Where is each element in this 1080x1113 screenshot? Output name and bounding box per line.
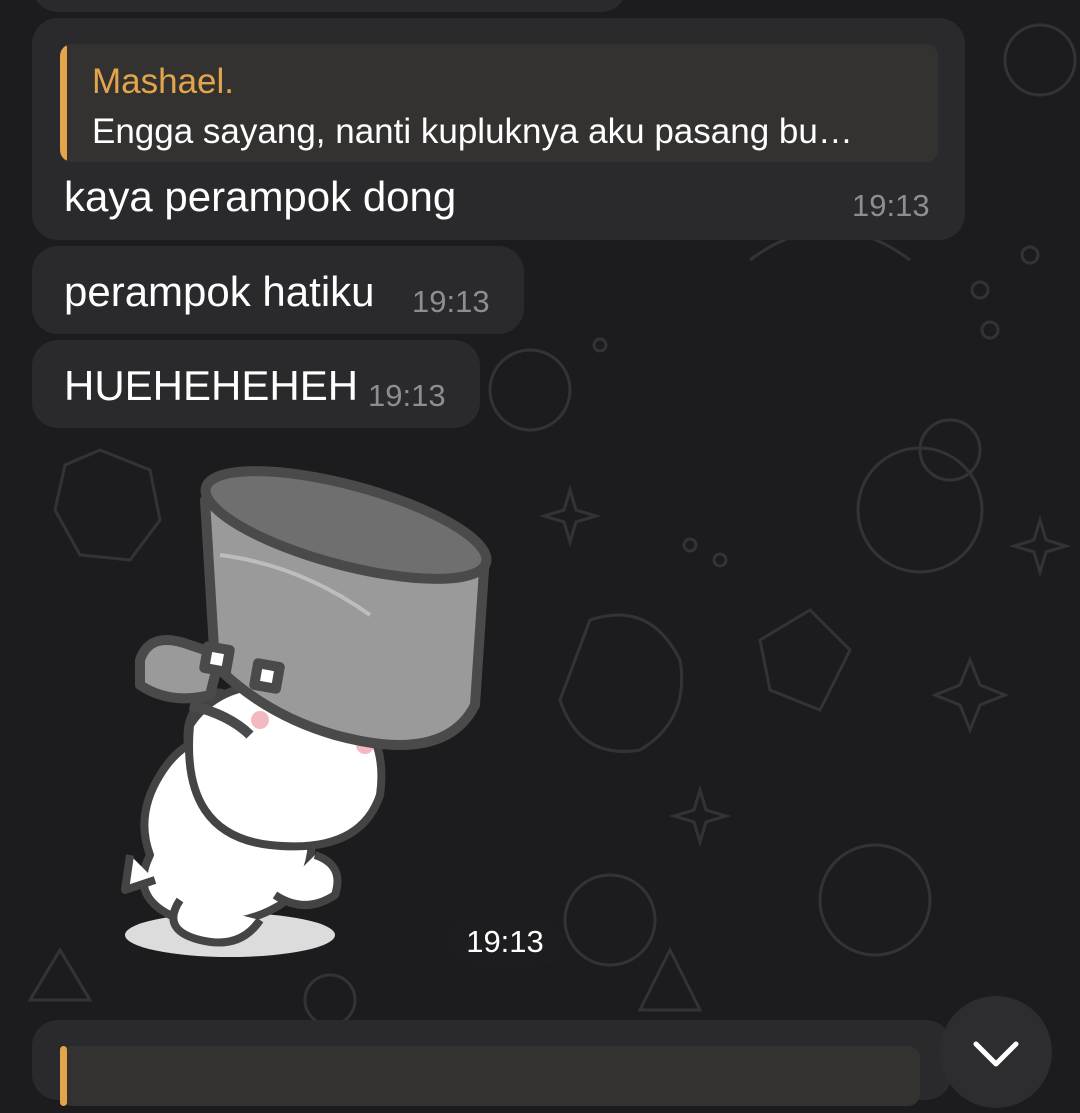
reply-quote bbox=[60, 1046, 920, 1106]
sticker-time: 19:13 bbox=[446, 918, 564, 966]
bear-carrying-pot-sticker[interactable] bbox=[110, 455, 510, 975]
message-bubble[interactable]: perampok hatiku 19:13 bbox=[32, 246, 524, 334]
reply-sender-name: Mashael. bbox=[92, 62, 235, 101]
next-message-bubble[interactable] bbox=[32, 1020, 952, 1106]
scroll-down-button[interactable] bbox=[940, 996, 1052, 1108]
close-icon bbox=[973, 1041, 1019, 1067]
reply-accent-bar bbox=[60, 44, 67, 162]
reply-accent-bar bbox=[60, 1046, 67, 1106]
message-bubble-reply[interactable]: Mashael. Engga sayang, nanti kupluknya a… bbox=[32, 18, 965, 240]
message-text: perampok hatiku bbox=[64, 268, 375, 315]
message-text: HUEHEHEHEH bbox=[64, 362, 359, 409]
reply-preview-text: Engga sayang, nanti kupluknya aku pasang… bbox=[92, 112, 853, 151]
previous-message-bubble[interactable] bbox=[32, 0, 627, 12]
message-time: 19:13 bbox=[368, 378, 446, 413]
message-time: 19:13 bbox=[852, 188, 930, 223]
reply-quote[interactable]: Mashael. Engga sayang, nanti kupluknya a… bbox=[60, 44, 938, 162]
message-text: kaya perampok dong bbox=[64, 173, 457, 220]
message-time: 19:13 bbox=[412, 284, 490, 319]
message-bubble[interactable]: HUEHEHEHEH 19:13 bbox=[32, 340, 480, 428]
